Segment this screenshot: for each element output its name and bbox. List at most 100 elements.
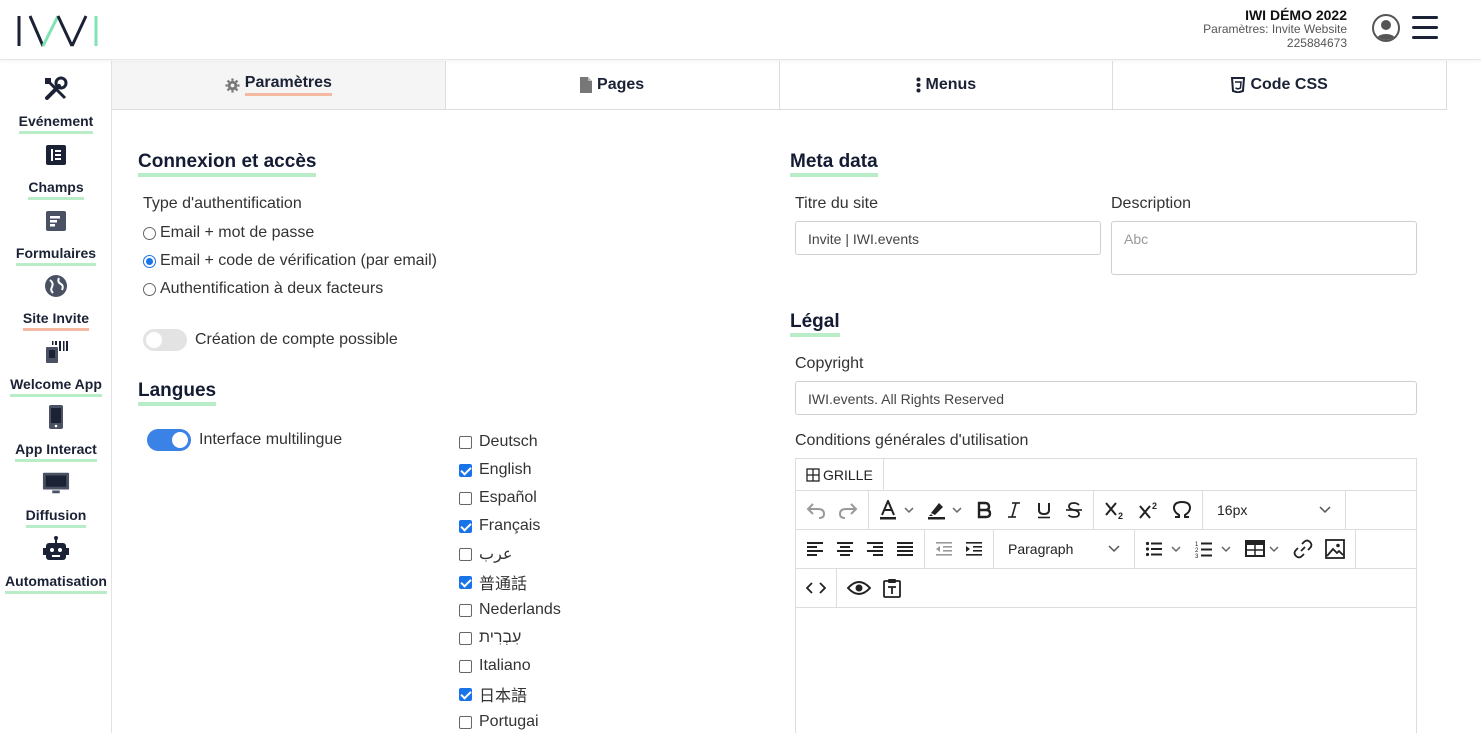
- radio-button[interactable]: [143, 254, 156, 268]
- language-option[interactable]: English: [459, 460, 531, 480]
- event-id: 225884673: [1286, 36, 1347, 50]
- link-icon[interactable]: [1287, 530, 1319, 568]
- auth-option-two-factor[interactable]: Authentification à deux facteurs: [143, 280, 383, 298]
- align-left-icon[interactable]: [796, 530, 830, 568]
- bold-icon[interactable]: [969, 491, 999, 529]
- undo-icon[interactable]: [796, 491, 832, 529]
- sidebar-item-label: Champs: [28, 179, 84, 200]
- sidebar-item-evenement[interactable]: Evénement: [0, 75, 112, 135]
- sidebar-item-site-invite[interactable]: Site Invite: [0, 272, 112, 332]
- image-icon[interactable]: [1319, 530, 1351, 568]
- underline-icon[interactable]: [1029, 491, 1059, 529]
- language-option[interactable]: عرب: [459, 544, 512, 564]
- align-center-icon[interactable]: [830, 530, 860, 568]
- checkbox[interactable]: [459, 575, 472, 589]
- description-label: Description: [1111, 195, 1192, 212]
- text-color-icon[interactable]: [873, 491, 921, 529]
- legal-section-title: Légal: [790, 311, 840, 337]
- radio-button[interactable]: [143, 226, 156, 240]
- align-right-icon[interactable]: [860, 530, 890, 568]
- event-info: IWI DÉMO 2022 Paramètres: Invite Website…: [1203, 8, 1347, 50]
- sidebar-item-label: Site Invite: [22, 310, 90, 331]
- checkbox[interactable]: [459, 687, 472, 701]
- tab-menus[interactable]: Menus: [780, 61, 1114, 109]
- redo-icon[interactable]: [832, 491, 864, 529]
- language-option[interactable]: Français: [459, 516, 540, 536]
- hamburger-menu-icon[interactable]: [1412, 16, 1438, 40]
- description-textarea[interactable]: Abc: [1111, 221, 1417, 275]
- grille-button[interactable]: GRILLE: [796, 459, 884, 490]
- preview-eye-icon[interactable]: [841, 569, 877, 607]
- user-avatar-icon[interactable]: [1372, 14, 1400, 42]
- css-icon: [1231, 77, 1246, 93]
- language-option[interactable]: 普通話: [459, 572, 527, 593]
- svg-text:3: 3: [1195, 554, 1199, 558]
- language-option[interactable]: 日本語: [459, 684, 527, 705]
- checkbox[interactable]: [459, 491, 472, 505]
- checkbox[interactable]: [459, 463, 472, 477]
- site-title-label: Titre du site: [795, 195, 878, 212]
- highlight-color-icon[interactable]: [921, 491, 969, 529]
- block-format-select[interactable]: Paragraph: [998, 530, 1130, 568]
- auth-type-label: Type d'authentification: [143, 195, 302, 212]
- language-option[interactable]: Deutsch: [459, 432, 538, 452]
- sidebar-item-welcome-app[interactable]: Welcome App: [0, 338, 112, 398]
- checkbox[interactable]: [459, 519, 472, 533]
- sidebar-item-app-interact[interactable]: App Interact: [0, 403, 112, 463]
- special-character-icon[interactable]: [1166, 491, 1198, 529]
- rich-text-editor: GRILLE 2 2 16px Paragraph 1 2 3: [795, 458, 1417, 733]
- indent-icon[interactable]: [959, 530, 989, 568]
- auth-option-password[interactable]: Email + mot de passe: [143, 224, 314, 242]
- sidebar-item-automatisation[interactable]: Automatisation: [0, 535, 112, 595]
- grid-icon: [806, 467, 820, 482]
- checkbox[interactable]: [459, 547, 472, 561]
- radio-label: Authentification à deux facteurs: [160, 280, 384, 297]
- cgu-label: Conditions générales d'utilisation: [795, 432, 1029, 449]
- copyright-input[interactable]: IWI.events. All Rights Reserved: [795, 381, 1417, 415]
- subscript-icon[interactable]: 2: [1098, 491, 1132, 529]
- language-option[interactable]: Portugai: [459, 712, 539, 732]
- radio-button[interactable]: [143, 282, 156, 296]
- editor-toolbar-row-1: 2 2 16px: [796, 491, 1416, 530]
- checkbox[interactable]: [459, 659, 472, 673]
- italic-icon[interactable]: [999, 491, 1029, 529]
- langues-section-title: Langues: [138, 380, 217, 406]
- superscript-icon[interactable]: 2: [1132, 491, 1166, 529]
- language-option[interactable]: Español: [459, 488, 537, 508]
- tab-parametres[interactable]: Paramètres: [112, 61, 446, 109]
- sidebar-item-formulaires[interactable]: Formulaires: [0, 207, 112, 267]
- bullet-list-icon[interactable]: [1139, 530, 1189, 568]
- auth-option-verification-code[interactable]: Email + code de vérification (par email): [143, 252, 437, 270]
- align-justify-icon[interactable]: [890, 530, 920, 568]
- connexion-section-title: Connexion et accès: [138, 151, 317, 177]
- app-header: IWI DÉMO 2022 Paramètres: Invite Website…: [0, 0, 1481, 60]
- tab-pages[interactable]: Pages: [446, 61, 780, 109]
- account-creation-toggle[interactable]: [143, 329, 187, 351]
- outdent-icon[interactable]: [929, 530, 959, 568]
- iwi-logo[interactable]: [16, 14, 100, 48]
- checkbox[interactable]: [459, 631, 472, 645]
- monitor-icon: [42, 469, 70, 497]
- copyright-label: Copyright: [795, 355, 864, 372]
- font-size-select[interactable]: 16px: [1207, 491, 1341, 529]
- sidebar-item-label: Formulaires: [15, 245, 97, 266]
- source-code-icon[interactable]: [796, 569, 832, 607]
- editor-content-area[interactable]: [796, 608, 1416, 733]
- language-option[interactable]: עִבְרִית: [459, 628, 521, 648]
- checkbox[interactable]: [459, 435, 472, 449]
- sidebar-item-champs[interactable]: Champs: [0, 141, 112, 201]
- tab-label: Menus: [925, 76, 977, 93]
- site-title-input[interactable]: Invite | IWI.events: [795, 221, 1101, 255]
- checkbox[interactable]: [459, 715, 472, 729]
- numbered-list-icon[interactable]: 123: [1189, 530, 1239, 568]
- sidebar-item-diffusion[interactable]: Diffusion: [0, 469, 112, 529]
- strikethrough-icon[interactable]: [1059, 491, 1089, 529]
- language-option[interactable]: Italiano: [459, 656, 531, 676]
- paste-text-icon[interactable]: [877, 569, 907, 607]
- language-option[interactable]: Nederlands: [459, 600, 561, 620]
- radio-label: Email + mot de passe: [160, 224, 315, 241]
- table-icon[interactable]: [1239, 530, 1287, 568]
- checkbox[interactable]: [459, 603, 472, 617]
- tab-code-css[interactable]: Code CSS: [1113, 61, 1446, 109]
- multilingual-toggle[interactable]: [147, 429, 191, 451]
